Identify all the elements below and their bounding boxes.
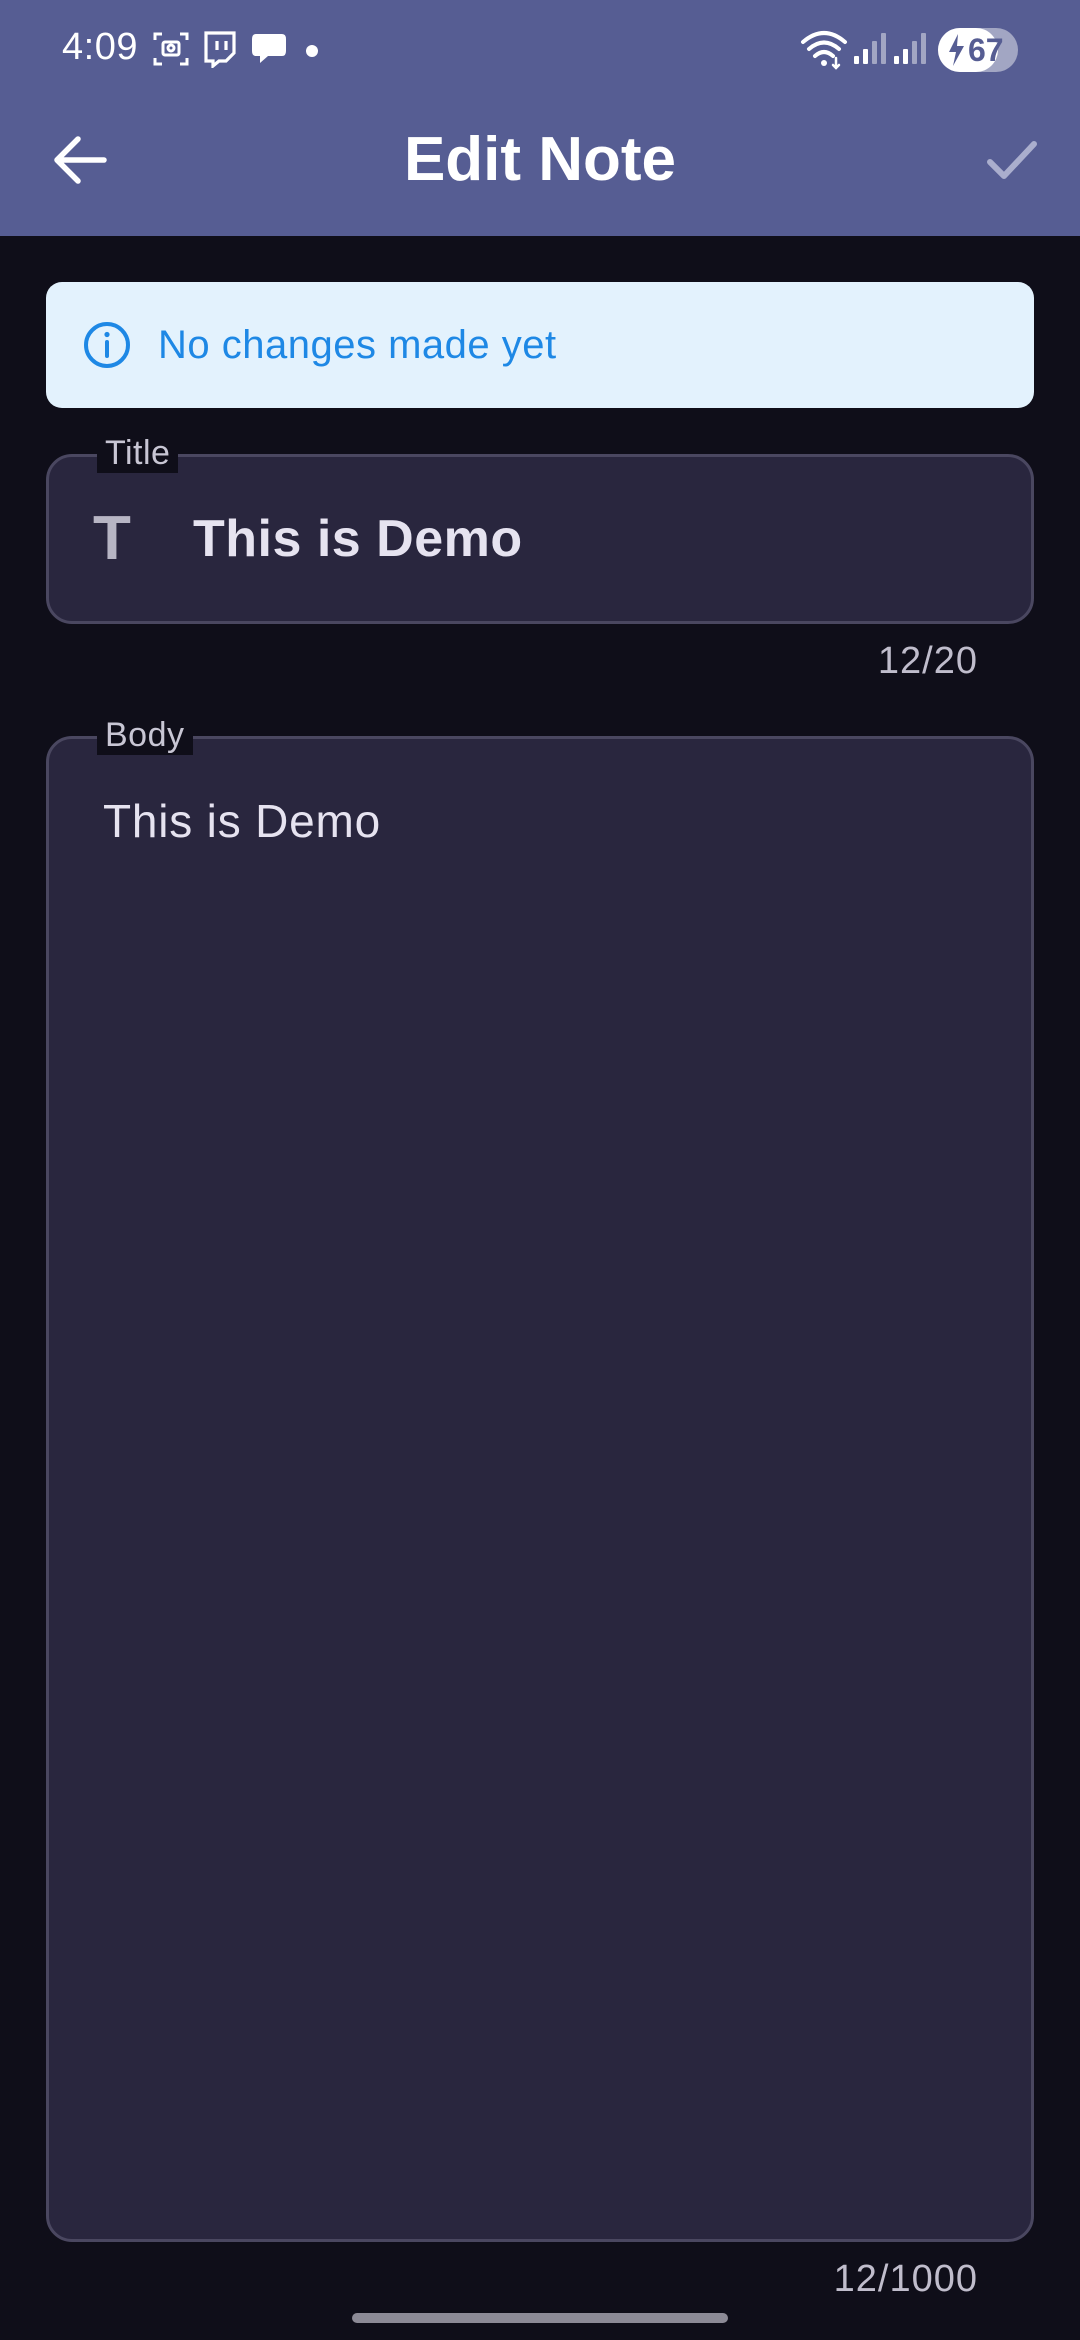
body-char-counter: 12/1000	[833, 2258, 978, 2300]
title-label: Title	[97, 433, 179, 473]
check-icon	[987, 141, 1037, 179]
status-time: 4:09	[62, 26, 138, 68]
wifi-icon	[800, 28, 848, 75]
screenshot-icon	[152, 30, 190, 73]
save-button[interactable]	[972, 120, 1052, 200]
home-indicator[interactable]	[352, 2313, 728, 2323]
twitch-icon	[200, 30, 238, 73]
dot-icon	[306, 44, 318, 62]
battery-level: 67	[968, 32, 1004, 68]
title-field[interactable]: Title T This is Demo	[46, 433, 1034, 624]
body-input[interactable]: This is Demo	[103, 791, 381, 851]
body-field[interactable]: Body This is Demo	[46, 715, 1034, 2242]
text-format-icon: T	[93, 504, 131, 573]
info-message: No changes made yet	[158, 323, 557, 367]
status-bar: 4:09 67	[0, 0, 1080, 100]
info-banner: No changes made yet	[46, 282, 1034, 408]
signal-icon	[894, 30, 926, 71]
page-title: Edit Note	[403, 125, 677, 194]
body-label: Body	[97, 715, 193, 755]
app-bar: 4:09 67 Edit Note	[0, 0, 1080, 236]
info-icon	[82, 320, 132, 375]
signal-icon	[854, 30, 886, 71]
title-input[interactable]: This is Demo	[193, 507, 523, 571]
chat-bubble-icon	[248, 30, 288, 73]
title-char-counter: 12/20	[877, 640, 978, 682]
